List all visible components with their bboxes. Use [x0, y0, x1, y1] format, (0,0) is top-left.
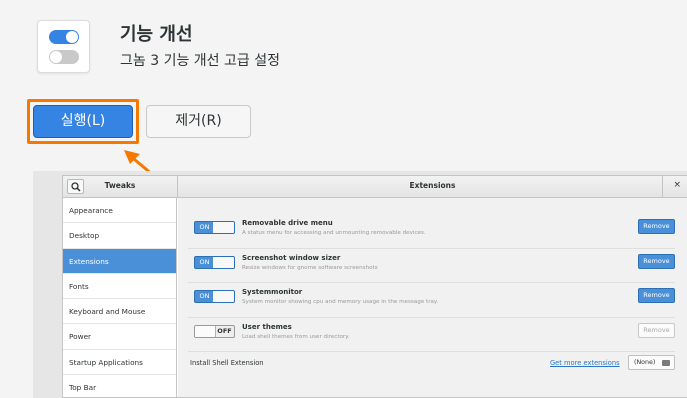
panel-title: Extensions: [409, 181, 456, 190]
toggle-off-icon: [49, 50, 79, 64]
sidebar-item-appearance[interactable]: Appearance: [63, 198, 176, 224]
extension-toggle[interactable]: OFF: [194, 324, 235, 338]
close-icon[interactable]: ×: [673, 180, 681, 190]
sidebar-item-startup-applications[interactable]: Startup Applications: [63, 350, 176, 376]
app-icon: [37, 20, 90, 73]
folder-icon: [662, 360, 670, 366]
extension-remove-button: Remove: [638, 322, 675, 338]
tweaks-window-screenshot[interactable]: Tweaks Extensions × Appearance Desktop E…: [62, 175, 687, 398]
extension-toggle[interactable]: ON: [194, 255, 235, 269]
file-chooser-button[interactable]: (None): [628, 355, 675, 370]
install-extension-row: Install Shell Extension Get more extensi…: [190, 355, 675, 373]
extension-remove-button[interactable]: Remove: [638, 253, 675, 269]
sidebar-title: Tweaks: [104, 181, 136, 190]
header-bar: Tweaks Extensions ×: [63, 176, 687, 198]
toggle-on-icon: [49, 30, 79, 44]
extension-toggle[interactable]: ON: [194, 221, 235, 234]
file-chooser-value: (None): [634, 359, 656, 366]
extensions-panel: ON Removable drive menu A status menu fo…: [178, 198, 687, 397]
app-title: 기능 개선: [120, 24, 193, 45]
extension-description: Resize windows for gnome software screen…: [242, 264, 378, 271]
sidebar-item-extensions[interactable]: Extensions: [63, 248, 176, 274]
extension-description: A status menu for accessing and unmounti…: [242, 230, 426, 236]
sidebar-item-top-bar[interactable]: Top Bar: [63, 375, 176, 398]
extension-remove-button[interactable]: Remove: [638, 219, 675, 234]
extension-name: Removable drive menu: [242, 219, 333, 227]
extension-list: ON Removable drive menu A status menu fo…: [188, 214, 675, 352]
remove-app-button[interactable]: 제거(R): [146, 105, 251, 138]
get-more-extensions-link[interactable]: Get more extensions: [550, 359, 620, 367]
toggle-state: ON: [199, 257, 210, 266]
launch-button[interactable]: 실행(L): [33, 105, 133, 138]
extension-toggle[interactable]: ON: [194, 290, 235, 303]
extension-remove-button[interactable]: Remove: [638, 288, 675, 303]
sidebar-item-fonts[interactable]: Fonts: [63, 274, 176, 300]
extension-row: ON Systemmonitor System monitor showing …: [188, 283, 675, 318]
extension-row: ON Removable drive menu A status menu fo…: [188, 214, 675, 249]
extension-name: Systemmonitor: [242, 288, 303, 296]
sidebar-item-power[interactable]: Power: [63, 324, 176, 350]
toggle-state: OFF: [217, 326, 232, 335]
sidebar-item-desktop[interactable]: Desktop: [63, 223, 176, 249]
sidebar: Appearance Desktop Extensions Fonts Keyb…: [63, 198, 177, 397]
extension-description: Load shell themes from user directory.: [242, 333, 350, 340]
extension-name: Screenshot window sizer: [242, 253, 341, 262]
app-summary: 그놈 3 기능 개선 고급 설정: [120, 53, 280, 69]
toggle-state: ON: [199, 292, 210, 300]
install-extension-label: Install Shell Extension: [190, 359, 264, 367]
toggle-state: ON: [199, 223, 210, 231]
extension-row: ON Screenshot window sizer Resize window…: [188, 249, 675, 283]
extension-row: OFF User themes Load shell themes from u…: [188, 318, 675, 352]
extension-description: System monitor showing cpu and memory us…: [242, 299, 439, 305]
header-divider: [662, 176, 663, 198]
extension-name: User themes: [242, 322, 292, 331]
sidebar-item-keyboard-mouse[interactable]: Keyboard and Mouse: [63, 299, 176, 325]
